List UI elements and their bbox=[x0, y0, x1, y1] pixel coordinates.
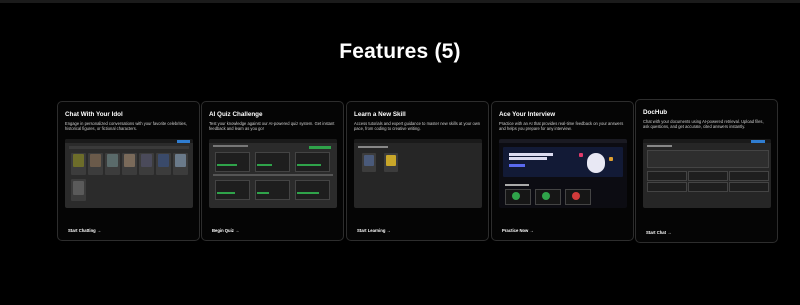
card-title: Chat With Your Idol bbox=[65, 111, 123, 118]
card-title: Ace Your Interview bbox=[499, 111, 556, 118]
start-chat-link[interactable]: Start Chat → bbox=[646, 230, 671, 235]
card-title: Learn a New Skill bbox=[354, 111, 406, 118]
top-divider bbox=[0, 0, 800, 3]
card-description: Practice with an AI that provides real-t… bbox=[499, 121, 624, 132]
card-preview-screenshot bbox=[499, 139, 627, 208]
card-description: Chat with your documents using AI-powere… bbox=[643, 119, 764, 130]
start-learning-link[interactable]: Start Learning → bbox=[357, 228, 391, 233]
section-title: Features (5) bbox=[339, 40, 461, 63]
begin-quiz-link[interactable]: Begin Quiz → bbox=[212, 228, 239, 233]
card-description: Access tutorials and expert guidance to … bbox=[354, 121, 481, 132]
card-title: AI Quiz Challenge bbox=[209, 111, 263, 118]
card-preview-screenshot bbox=[643, 139, 771, 208]
feature-card-chat-with-idol[interactable]: Chat With Your Idol Engage in personaliz… bbox=[57, 101, 200, 241]
feature-card-ace-interview[interactable]: Ace Your Interview Practice with an AI t… bbox=[491, 101, 634, 241]
start-chatting-link[interactable]: Start Chatting → bbox=[68, 228, 101, 233]
card-description: Engage in personalized conversations wit… bbox=[65, 121, 187, 132]
card-preview-screenshot bbox=[65, 139, 193, 208]
feature-card-ai-quiz[interactable]: AI Quiz Challenge Test your knowledge ag… bbox=[201, 101, 344, 241]
card-preview-screenshot bbox=[209, 139, 337, 208]
card-description: Test your knowledge against our AI-power… bbox=[209, 121, 335, 132]
feature-card-dochub[interactable]: DocHub Chat with your documents using AI… bbox=[635, 99, 778, 243]
card-preview-screenshot bbox=[354, 139, 482, 208]
card-title: DocHub bbox=[643, 109, 668, 116]
feature-card-learn-skill[interactable]: Learn a New Skill Access tutorials and e… bbox=[346, 101, 489, 241]
practice-now-link[interactable]: Practice Now → bbox=[502, 228, 534, 233]
